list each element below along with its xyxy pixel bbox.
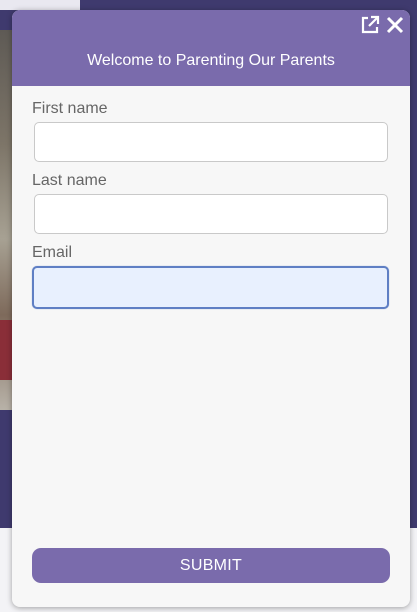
close-icon[interactable] [385,15,405,35]
email-label: Email [32,244,73,261]
popout-icon[interactable] [360,15,380,35]
last-name-input[interactable] [34,194,388,234]
signup-form: First name Last name Email [32,100,390,319]
signup-widget: Welcome to Parenting Our Parents First n… [12,10,410,607]
last-name-group: Last name [32,172,390,234]
first-name-label: First name [32,100,108,117]
first-name-group: First name [32,100,390,162]
last-name-label: Last name [32,172,107,189]
email-group: Email [32,244,390,309]
background-top-strip [0,0,80,10]
first-name-input[interactable] [34,122,388,162]
email-input[interactable] [32,266,389,309]
submit-button[interactable]: SUBMIT [32,548,390,583]
widget-header: Welcome to Parenting Our Parents [12,10,410,86]
widget-title: Welcome to Parenting Our Parents [87,52,335,69]
